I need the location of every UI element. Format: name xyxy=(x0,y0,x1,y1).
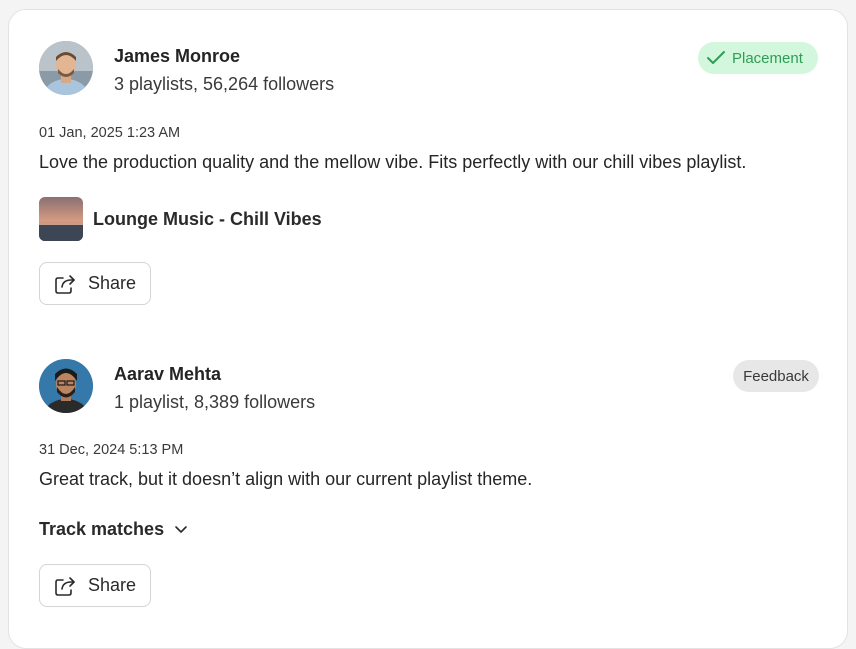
share-icon xyxy=(55,274,75,294)
avatar-aarav-image xyxy=(39,359,93,413)
share-button[interactable]: Share xyxy=(39,564,151,607)
share-label: Share xyxy=(88,273,137,293)
share-button[interactable]: Share xyxy=(39,262,151,305)
chevron-down-icon xyxy=(175,525,187,533)
track-matches-label: Track matches xyxy=(39,519,165,539)
share-label: Share xyxy=(88,575,137,595)
playlist-title[interactable]: Lounge Music - Chill Vibes xyxy=(93,209,322,230)
curator-name[interactable]: James Monroe xyxy=(114,46,240,67)
comment-text: Love the production quality and the mell… xyxy=(39,152,747,172)
status-badge-feedback: Feedback xyxy=(733,360,819,392)
post-date: 31 Dec, 2024 5:13 PM xyxy=(39,442,184,458)
curator-name[interactable]: Aarav Mehta xyxy=(114,364,221,385)
badge-label: Feedback xyxy=(743,367,809,385)
playlist-thumbnail[interactable] xyxy=(39,197,83,241)
share-icon xyxy=(55,576,75,596)
curator-meta: 1 playlist, 8,389 followers xyxy=(114,392,316,412)
badge-label: Placement xyxy=(732,49,803,67)
curator-meta: 3 playlists, 56,264 followers xyxy=(114,74,335,94)
track-matches-toggle[interactable]: Track matches xyxy=(39,519,188,540)
status-badge-placement: Placement xyxy=(698,42,818,74)
avatar-james-image xyxy=(39,41,93,95)
post-date: 01 Jan, 2025 1:23 AM xyxy=(39,125,181,141)
comment-text: Great track, but it doesn’t align with o… xyxy=(39,469,533,489)
check-icon xyxy=(707,51,725,64)
playlist-cover-image xyxy=(39,197,83,241)
avatar[interactable] xyxy=(39,41,93,95)
avatar[interactable] xyxy=(39,359,93,413)
reviews-card: James Monroe 3 playlists, 56,264 followe… xyxy=(8,9,848,649)
